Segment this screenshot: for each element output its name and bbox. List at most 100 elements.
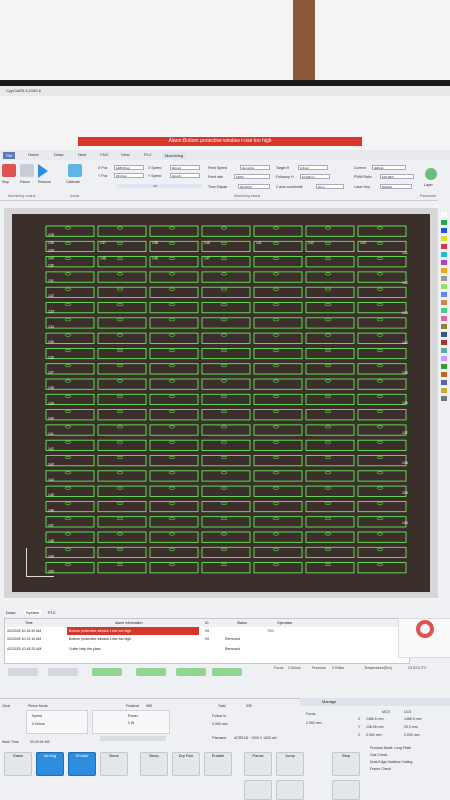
- part-outline[interactable]: [149, 546, 199, 558]
- part-outline[interactable]: [305, 546, 355, 558]
- part-outline[interactable]: [149, 409, 199, 421]
- manage-tab[interactable]: Manage: [322, 699, 336, 704]
- part-outline[interactable]: [357, 271, 407, 283]
- part-outline[interactable]: [253, 485, 303, 497]
- part-outline[interactable]: [97, 347, 147, 360]
- part-outline[interactable]: [149, 302, 199, 314]
- layer-swatch[interactable]: [441, 332, 447, 337]
- part-outline[interactable]: [149, 378, 199, 390]
- part-outline[interactable]: [149, 485, 199, 497]
- part-outline[interactable]: [97, 455, 147, 467]
- part-outline[interactable]: [357, 516, 407, 528]
- part-outline[interactable]: [97, 378, 147, 390]
- menu-file[interactable]: File: [3, 152, 16, 159]
- menu-machining[interactable]: Machining: [162, 152, 187, 159]
- part-outline[interactable]: [357, 546, 407, 558]
- part-outline[interactable]: [253, 271, 303, 283]
- toolbar-chip[interactable]: [136, 668, 166, 676]
- part-outline[interactable]: [149, 317, 199, 329]
- part-outline[interactable]: [149, 332, 199, 344]
- layer-swatch[interactable]: [441, 244, 447, 249]
- layer-swatch[interactable]: [441, 396, 447, 401]
- step-button[interactable]: Step: [332, 752, 360, 776]
- part-outline[interactable]: [253, 455, 303, 467]
- layer-swatch[interactable]: [441, 372, 447, 377]
- part-outline[interactable]: [97, 485, 147, 497]
- part-outline[interactable]: [201, 531, 251, 543]
- part-outline[interactable]: [201, 409, 251, 421]
- toolbar-chip[interactable]: [92, 668, 122, 676]
- layer-swatch[interactable]: [441, 284, 447, 289]
- part-outline[interactable]: [97, 332, 147, 344]
- part-outline[interactable]: [253, 409, 303, 421]
- part-outline[interactable]: [305, 409, 355, 421]
- part-outline[interactable]: [201, 378, 251, 390]
- table-row[interactable]: 4/2/2025 10:15:20 AM Bottom protective w…: [5, 627, 409, 635]
- part-outline[interactable]: [253, 225, 303, 237]
- part-outline[interactable]: [357, 485, 407, 497]
- part-outline[interactable]: [305, 225, 355, 237]
- alarm-banner[interactable]: Alarm:Bottom protective window t-rise to…: [78, 137, 362, 146]
- menu-home[interactable]: Home: [28, 152, 39, 157]
- part-outline[interactable]: [97, 500, 147, 513]
- part-outline[interactable]: [201, 225, 251, 237]
- part-outline[interactable]: [253, 500, 303, 513]
- part-outline[interactable]: [201, 317, 251, 329]
- part-outline[interactable]: [357, 393, 407, 406]
- part-outline[interactable]: [357, 378, 407, 390]
- part-outline[interactable]: [201, 302, 251, 314]
- beep-button[interactable]: Beep: [140, 752, 168, 776]
- part-outline[interactable]: [97, 317, 147, 329]
- part-outline[interactable]: [149, 455, 199, 467]
- part-outline[interactable]: [201, 439, 251, 451]
- toolbar-chip[interactable]: [176, 668, 206, 676]
- part-outline[interactable]: [305, 439, 355, 451]
- part-outline[interactable]: [149, 470, 199, 482]
- part-outline[interactable]: [201, 332, 251, 344]
- part-outline[interactable]: [305, 455, 355, 467]
- part-outline[interactable]: [97, 424, 147, 436]
- part-outline[interactable]: [149, 562, 199, 574]
- layer-swatch[interactable]: [441, 308, 447, 313]
- part-outline[interactable]: [305, 286, 355, 298]
- part-outline[interactable]: [253, 470, 303, 482]
- layer-swatch[interactable]: [441, 388, 447, 393]
- shutter-button[interactable]: Shutter: [68, 752, 96, 776]
- part-outline[interactable]: [357, 286, 407, 298]
- layer-swatch[interactable]: [441, 380, 447, 385]
- part-outline[interactable]: [253, 256, 303, 268]
- part-outline[interactable]: [253, 546, 303, 558]
- toolbar-chip[interactable]: [212, 668, 242, 676]
- layer-swatch[interactable]: [441, 340, 447, 345]
- layer-swatch[interactable]: [441, 228, 447, 233]
- part-outline[interactable]: [305, 485, 355, 497]
- table-row[interactable]: 4/2/2025 10:12:10 AM Bottom protective w…: [5, 635, 409, 643]
- burst-button[interactable]: Burst: [100, 752, 128, 776]
- part-outline[interactable]: [201, 485, 251, 497]
- part-outline[interactable]: [357, 225, 407, 237]
- right-arrow-button[interactable]: [276, 780, 304, 800]
- layer-swatch[interactable]: [441, 276, 447, 281]
- part-outline[interactable]: [201, 347, 251, 360]
- part-outline[interactable]: [305, 562, 355, 574]
- part-outline[interactable]: [357, 317, 407, 329]
- part-outline[interactable]: [253, 317, 303, 329]
- part-outline[interactable]: [201, 393, 251, 406]
- part-outline[interactable]: [357, 531, 407, 543]
- aiming-button[interactable]: Aiming: [36, 752, 64, 776]
- layer-swatch[interactable]: [441, 348, 447, 353]
- part-outline[interactable]: [305, 317, 355, 329]
- menu-nest[interactable]: Nest: [78, 152, 86, 157]
- down-arrow-button[interactable]: [244, 780, 272, 800]
- part-outline[interactable]: [97, 225, 147, 237]
- layer-swatch[interactable]: [441, 260, 447, 265]
- part-outline[interactable]: [253, 516, 303, 528]
- part-outline[interactable]: [253, 562, 303, 574]
- jump-button[interactable]: Jump: [276, 752, 304, 776]
- part-outline[interactable]: [97, 409, 147, 421]
- part-outline[interactable]: [305, 516, 355, 528]
- part-outline[interactable]: [149, 363, 199, 375]
- cell-operation[interactable]: TBD: [267, 627, 274, 635]
- step-down-button[interactable]: [332, 780, 360, 800]
- part-outline[interactable]: [201, 363, 251, 375]
